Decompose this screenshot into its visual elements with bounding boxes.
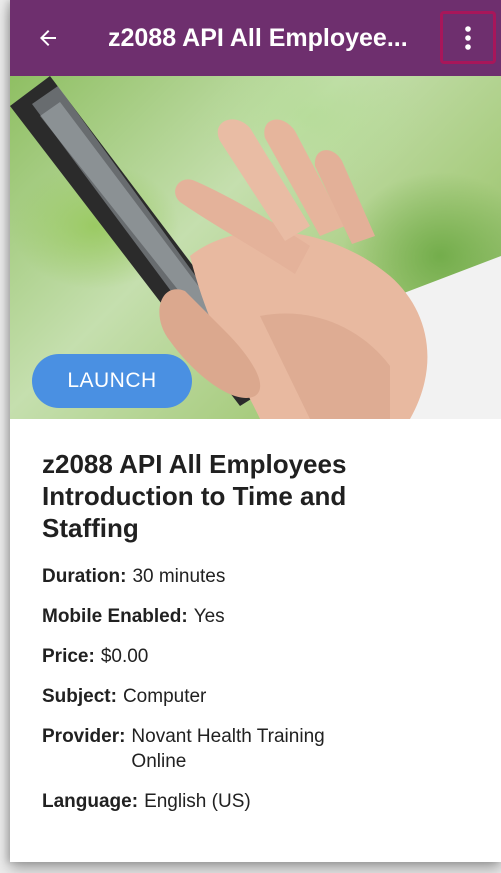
field-label: Subject: — [42, 686, 117, 707]
overflow-menu-button[interactable] — [440, 11, 496, 64]
field-language: Language: English (US) — [42, 789, 482, 814]
more-vert-icon — [465, 25, 471, 50]
launch-button[interactable]: LAUNCH — [32, 354, 192, 408]
course-hero-image: LAUNCH — [10, 76, 501, 419]
field-label: Duration: — [42, 566, 127, 587]
field-price: Price: $0.00 — [42, 644, 482, 669]
app-bar: z2088 API All Employee... — [10, 0, 501, 76]
course-title: z2088 API All Employees Introduction to … — [42, 449, 347, 543]
app-screen: z2088 API All Employee... LAUNCH z2088 A… — [10, 0, 501, 862]
field-value: $0.00 — [100, 646, 149, 667]
field-value: Novant Health Training Online — [131, 726, 325, 772]
field-subject: Subject: Computer — [42, 684, 482, 709]
field-label: Provider: — [42, 726, 126, 747]
course-fields: Duration: 30 minutes Mobile Enabled: Yes… — [42, 564, 482, 814]
arrow-back-icon — [40, 30, 56, 46]
field-provider: Provider: Novant Health Training Online — [42, 724, 482, 774]
back-button[interactable] — [32, 22, 64, 54]
field-value: Yes — [193, 606, 225, 627]
field-mobile-enabled: Mobile Enabled: Yes — [42, 604, 482, 629]
screenshot-frame: z2088 API All Employee... LAUNCH z2088 A… — [0, 0, 501, 873]
field-value: 30 minutes — [132, 566, 226, 587]
field-label: Language: — [42, 791, 139, 812]
field-label: Mobile Enabled: — [42, 606, 188, 627]
field-value: English (US) — [144, 791, 251, 812]
field-value: Computer — [122, 686, 207, 707]
field-duration: Duration: 30 minutes — [42, 564, 482, 589]
page-title: z2088 API All Employee... — [108, 24, 408, 52]
course-details: z2088 API All Employees Introduction to … — [42, 448, 482, 829]
field-label: Price: — [42, 646, 95, 667]
